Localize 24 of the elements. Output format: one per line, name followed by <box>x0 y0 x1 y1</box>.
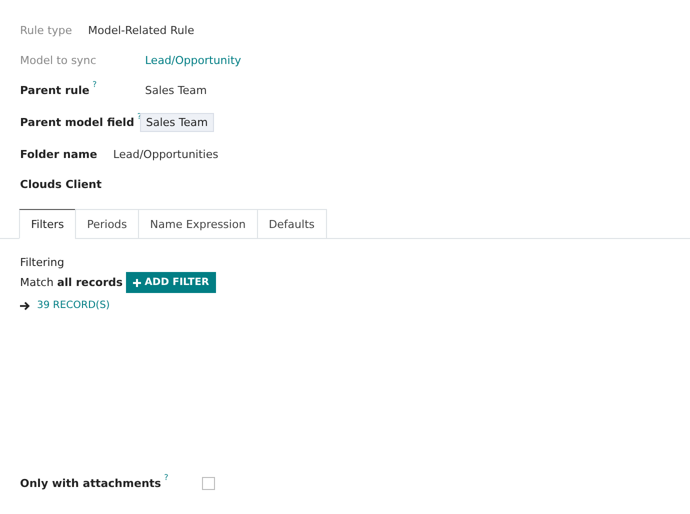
add-filter-button[interactable]: ADD FILTER <box>126 272 216 293</box>
input-field[interactable]: Sales Team <box>140 112 214 132</box>
field-label: Clouds Client <box>20 178 102 190</box>
field-label: Model to sync <box>20 54 96 66</box>
plus-icon <box>132 278 141 286</box>
tab[interactable]: Filters <box>19 209 76 239</box>
checkbox[interactable] <box>202 477 216 490</box>
tab[interactable]: Defaults <box>256 209 327 239</box>
field-label: Rule type <box>20 24 72 36</box>
help-mark[interactable]: ? <box>164 473 168 482</box>
model-link[interactable]: Lead/Opportunity <box>145 54 242 66</box>
help-mark[interactable]: ? <box>92 80 97 88</box>
match-text: Match all records <box>20 276 123 289</box>
field-value: Sales Team <box>145 84 207 96</box>
tab[interactable]: Periods <box>74 209 140 239</box>
field-label: Only with attachments <box>20 477 162 490</box>
field-label: Folder name <box>20 148 98 160</box>
field-label: Parent model field <box>20 116 134 128</box>
section-title: Filtering <box>20 256 66 269</box>
field-value: Model-Related Rule <box>88 24 194 36</box>
field-label: Parent rule <box>20 84 90 96</box>
field-value: Lead/Opportunities <box>113 148 218 160</box>
arrow-right-icon <box>20 300 30 310</box>
records-link[interactable]: 39 RECORD(S) <box>37 300 110 311</box>
